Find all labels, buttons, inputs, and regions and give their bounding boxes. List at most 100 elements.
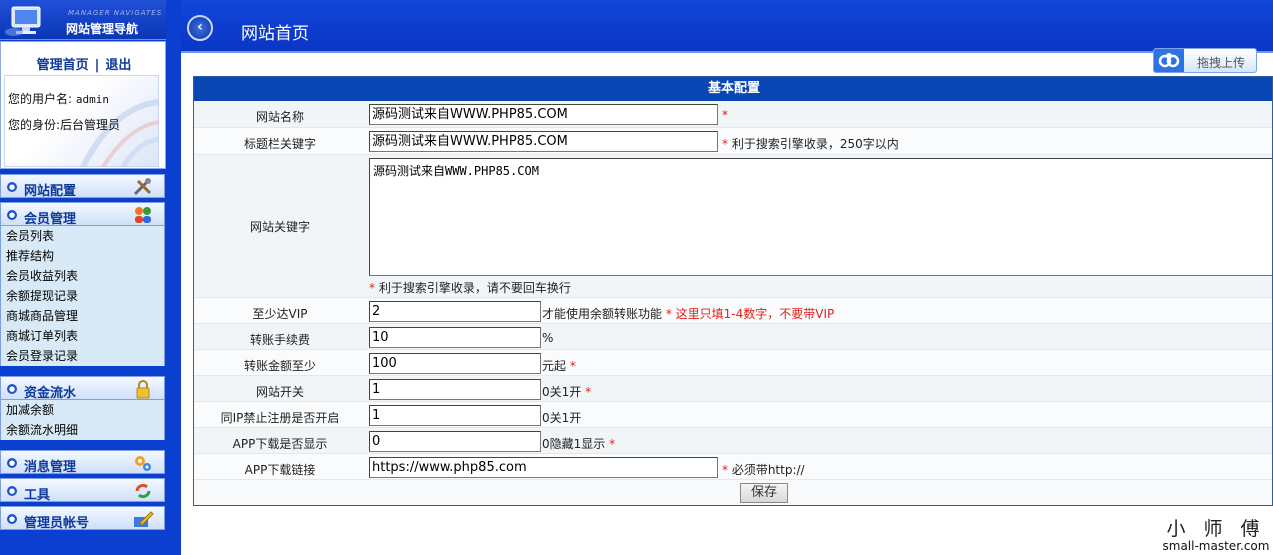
app-link-input[interactable]: https://www.php85.com bbox=[369, 457, 718, 478]
site-name-input[interactable]: 源码测试来自WWW.PHP85.COM bbox=[369, 104, 718, 125]
logo-title: 网站管理导航 bbox=[66, 22, 139, 36]
logo-english-text: MANAGER NAVIGATES bbox=[68, 9, 163, 17]
form-row-app-link: APP下载链接 https://www.php85.com * 必须带http:… bbox=[194, 454, 1272, 480]
app-link-label: APP下载链接 bbox=[244, 463, 316, 477]
link-separator: | bbox=[94, 58, 100, 73]
site-keywords-label: 网站关键字 bbox=[249, 220, 310, 234]
site-switch-label: 网站开关 bbox=[255, 385, 304, 399]
menu-title: 会员管理 bbox=[24, 212, 77, 227]
submenu-item-adjust-balance[interactable]: 加减余额 bbox=[1, 400, 164, 420]
menu-member-management[interactable]: ● 会员管理 bbox=[0, 202, 165, 227]
title-keywords-note: * 利于搜索引擎收录，250字以内 bbox=[722, 135, 899, 152]
gears-icon bbox=[135, 456, 151, 471]
transfer-fee-unit: % bbox=[542, 331, 554, 345]
site-name-label: 网站名称 bbox=[255, 110, 304, 124]
menu-bullet-icon: ● bbox=[7, 458, 17, 468]
site-keywords-note: * 利于搜索引擎收录，请不要回车换行 bbox=[369, 279, 571, 296]
min-transfer-note: 元起 * bbox=[542, 357, 576, 374]
app-link-hint: 必须带http:// bbox=[731, 463, 805, 477]
menu-admin-account[interactable]: ● 管理员帐号 bbox=[0, 506, 165, 531]
site-keywords-hint: 利于搜索引擎收录，请不要回车换行 bbox=[378, 281, 571, 295]
edit-icon bbox=[134, 511, 154, 527]
form-row-same-ip: 同IP禁止注册是否开启 1 0关1开 bbox=[194, 402, 1272, 428]
tools-icon bbox=[133, 178, 152, 196]
menu-tools[interactable]: ● 工具 bbox=[0, 478, 165, 503]
refresh-icon bbox=[135, 483, 151, 499]
min-transfer-hint: 元起 bbox=[542, 359, 567, 373]
drag-upload-button[interactable]: 拖拽上传 bbox=[1153, 48, 1257, 73]
app-link-note: * 必须带http:// bbox=[722, 461, 805, 478]
required-star: * bbox=[569, 359, 576, 373]
config-form: 基本配置 网站名称 源码测试来自WWW.PHP85.COM * 标题栏关键字 源… bbox=[193, 76, 1273, 506]
min-transfer-input[interactable]: 100 bbox=[369, 353, 541, 374]
member-submenu: 会员列表 推荐结构 会员收益列表 余额提现记录 商城商品管理 商城订单列表 会员… bbox=[0, 226, 165, 366]
app-show-note: 0隐藏1显示 * bbox=[542, 435, 615, 452]
form-row-min-vip: 至少达VIP 2 才能使用余额转账功能 * 这里只填1-4数字，不要带VIP bbox=[194, 298, 1272, 324]
title-keywords-label: 标题栏关键字 bbox=[243, 137, 316, 151]
site-keywords-textarea[interactable]: 源码测试来自WWW.PHP85.COM bbox=[369, 158, 1272, 276]
role-label: 您的身份: bbox=[8, 118, 61, 132]
submenu-item-member-list[interactable]: 会员列表 bbox=[1, 226, 164, 246]
min-vip-warning: 这里只填1-4数字，不要带VIP bbox=[675, 307, 835, 321]
menu-bullet-icon: ● bbox=[7, 486, 17, 496]
app-root: MANAGER NAVIGATES 网站管理导航 管理首页 | 退出 您的用户名: … bbox=[0, 0, 1273, 555]
submenu-item-balance-details[interactable]: 余额流水明细 bbox=[1, 420, 164, 440]
form-row-transfer-fee: 转账手续费 10 % bbox=[194, 324, 1272, 350]
upload-label: 拖拽上传 bbox=[1197, 56, 1246, 70]
menu-message-management[interactable]: ● 消息管理 bbox=[0, 450, 165, 475]
page-title: 网站首页 bbox=[241, 24, 309, 44]
submenu-item-shop-orders[interactable]: 商城订单列表 bbox=[1, 326, 164, 346]
logout-link[interactable]: 退出 bbox=[105, 58, 131, 73]
user-panel: 管理首页 | 退出 您的用户名: admin 您的身份:后台管理员 bbox=[0, 41, 166, 169]
submenu-item-member-earnings[interactable]: 会员收益列表 bbox=[1, 266, 164, 286]
form-row-title-keywords: 标题栏关键字 源码测试来自WWW.PHP85.COM * 利于搜索引擎收录，25… bbox=[194, 128, 1272, 155]
back-button[interactable]: ‹ bbox=[187, 15, 213, 41]
same-ip-input[interactable]: 1 bbox=[369, 405, 541, 426]
username-label: 您的用户名: bbox=[8, 92, 73, 106]
menu-bullet-icon: ● bbox=[7, 210, 17, 220]
user-links: 管理首页 | 退出 bbox=[1, 54, 167, 73]
min-vip-note: 才能使用余额转账功能 * 这里只填1-4数字，不要带VIP bbox=[542, 305, 834, 322]
fund-submenu: 加减余额 余额流水明细 bbox=[0, 400, 165, 440]
sidebar: MANAGER NAVIGATES 网站管理导航 管理首页 | 退出 您的用户名: … bbox=[0, 0, 181, 555]
submenu-item-shop-products[interactable]: 商城商品管理 bbox=[1, 306, 164, 326]
menu-bullet-icon: ● bbox=[7, 384, 17, 394]
menu-bullet-icon: ● bbox=[7, 514, 17, 524]
app-show-hint: 0隐藏1显示 bbox=[542, 437, 606, 451]
user-info: 您的用户名: admin 您的身份:后台管理员 bbox=[4, 75, 159, 167]
site-switch-input[interactable]: 1 bbox=[369, 379, 541, 400]
app-show-input[interactable]: 0 bbox=[369, 431, 541, 452]
title-keywords-input[interactable]: 源码测试来自WWW.PHP85.COM bbox=[369, 131, 718, 152]
required-star: * bbox=[722, 108, 728, 122]
menu-site-config[interactable]: ● 网站配置 bbox=[0, 174, 165, 199]
required-star: * bbox=[609, 437, 616, 451]
role-row: 您的身份:后台管理员 bbox=[8, 116, 120, 133]
required-star: * bbox=[722, 137, 728, 151]
form-row-app-show: APP下载是否显示 0 0隐藏1显示 * bbox=[194, 428, 1272, 454]
transfer-fee-input[interactable]: 10 bbox=[369, 327, 541, 348]
site-switch-hint: 0关1开 bbox=[542, 385, 582, 399]
menu-title: 管理员帐号 bbox=[24, 516, 90, 531]
submenu-item-login-records[interactable]: 会员登录记录 bbox=[1, 346, 164, 366]
form-row-site-switch: 网站开关 1 0关1开 * bbox=[194, 376, 1272, 402]
menu-title: 资金流水 bbox=[24, 386, 77, 401]
same-ip-hint: 0关1开 bbox=[542, 411, 582, 425]
min-transfer-label: 转账金额至少 bbox=[243, 359, 316, 373]
menu-fund-flow[interactable]: ● 资金流水 bbox=[0, 376, 165, 401]
section-title: 基本配置 bbox=[194, 77, 1272, 101]
save-button[interactable]: 保存 bbox=[740, 483, 788, 503]
watermark-cn: 小 师 傅 bbox=[1166, 518, 1266, 540]
required-star: * bbox=[369, 281, 375, 295]
title-keywords-hint: 利于搜索引擎收录，250字以内 bbox=[731, 137, 899, 151]
min-vip-input[interactable]: 2 bbox=[369, 301, 541, 322]
watermark: 小 师 傅 small-master.com bbox=[1160, 514, 1272, 555]
site-switch-note: 0关1开 * bbox=[542, 383, 591, 400]
submenu-item-withdraw-records[interactable]: 余额提现记录 bbox=[1, 286, 164, 306]
submenu-item-referral-structure[interactable]: 推荐结构 bbox=[1, 246, 164, 266]
monitor-logo-icon bbox=[5, 6, 41, 36]
transfer-fee-label: 转账手续费 bbox=[249, 333, 310, 347]
sidebar-logo: MANAGER NAVIGATES 网站管理导航 bbox=[0, 0, 166, 40]
min-vip-label: 至少达VIP bbox=[252, 307, 308, 321]
top-bar: ‹ 网站首页 bbox=[181, 0, 1273, 53]
admin-home-link[interactable]: 管理首页 bbox=[37, 58, 89, 73]
